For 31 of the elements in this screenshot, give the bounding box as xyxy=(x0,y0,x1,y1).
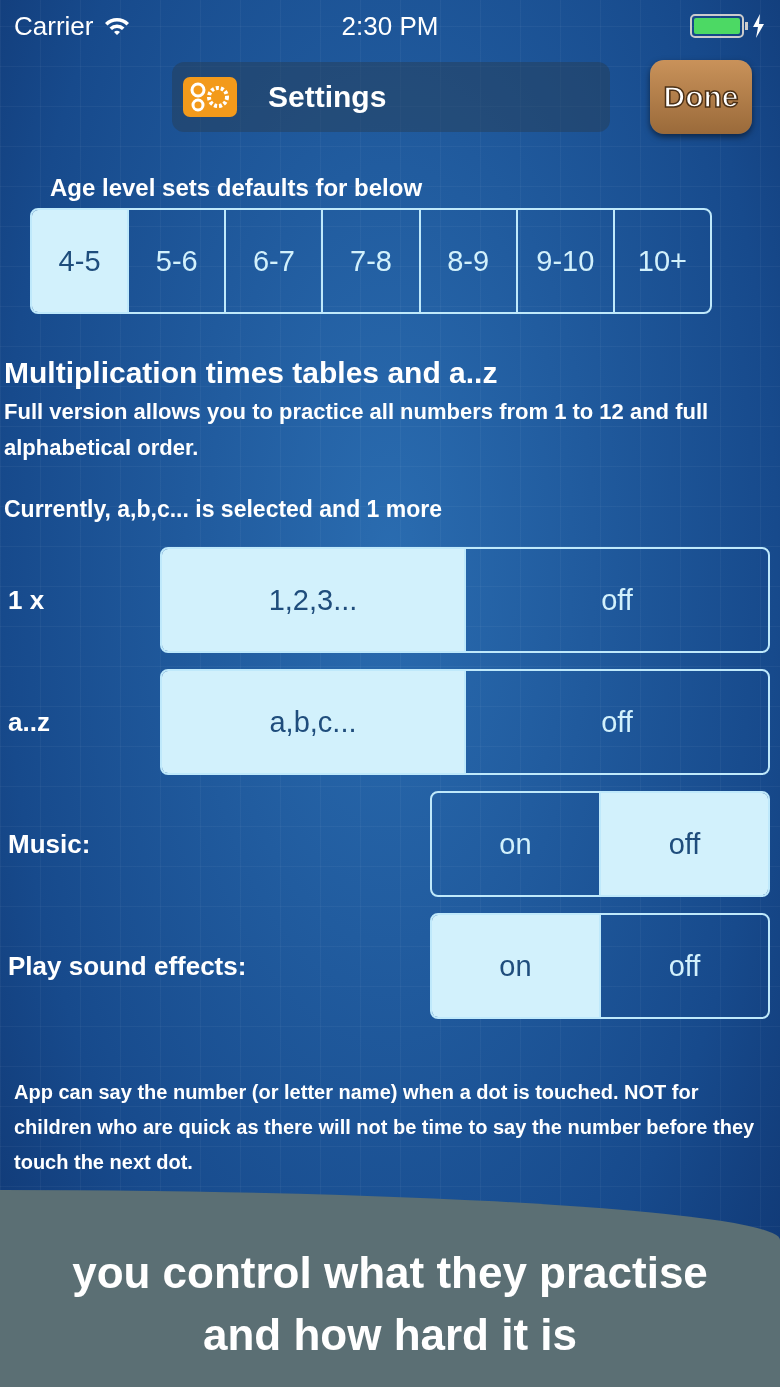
age-segment[interactable]: 10+ xyxy=(612,210,710,312)
age-level-label: Age level sets defaults for below xyxy=(50,174,424,202)
option-segment[interactable]: off xyxy=(599,793,768,895)
setting-label: 1 x xyxy=(8,584,46,616)
option-segment[interactable]: a,b,c... xyxy=(162,671,464,773)
clock: 2:30 PM xyxy=(341,10,439,42)
age-segment[interactable]: 7-8 xyxy=(321,210,419,312)
setting-label: Music: xyxy=(8,828,92,860)
section-heading: Multiplication times tables and a..z xyxy=(4,356,499,390)
caption-text: you control what they practise and how hard it is xyxy=(71,1246,709,1361)
gears-icon xyxy=(182,76,238,118)
age-segment[interactable]: 6-7 xyxy=(224,210,322,312)
option-segment[interactable]: off xyxy=(464,549,768,651)
option-segment[interactable]: 1,2,3... xyxy=(162,549,464,651)
option-segment[interactable]: off xyxy=(464,671,768,773)
option-segment[interactable]: on xyxy=(432,915,599,1017)
note-text: App can say the number (or letter name) when a dot is touched. NOT for children who are quick as there will not be time to say the number before they touch the next dot. xyxy=(14,1080,756,1175)
screen-title: Settings xyxy=(268,80,387,114)
carrier-label: Carrier xyxy=(14,10,94,42)
age-segment[interactable]: 8-9 xyxy=(418,210,516,312)
battery-icon xyxy=(690,13,766,39)
age-segment[interactable]: 5-6 xyxy=(127,210,225,312)
option-segment[interactable]: on xyxy=(432,793,599,895)
section-description: Full version allows you to practice all numbers from 1 to 12 and full alphabetical order. xyxy=(4,398,710,462)
age-segment[interactable]: 9-10 xyxy=(515,210,613,312)
wifi-icon xyxy=(103,15,132,37)
selection-summary: Currently, a,b,c... is selected and 1 more xyxy=(4,496,443,523)
option-segment[interactable]: off xyxy=(599,915,768,1017)
age-segment[interactable]: 4-5 xyxy=(32,210,128,312)
setting-label: a..z xyxy=(8,706,51,738)
setting-label: Play sound effects: xyxy=(8,950,248,982)
